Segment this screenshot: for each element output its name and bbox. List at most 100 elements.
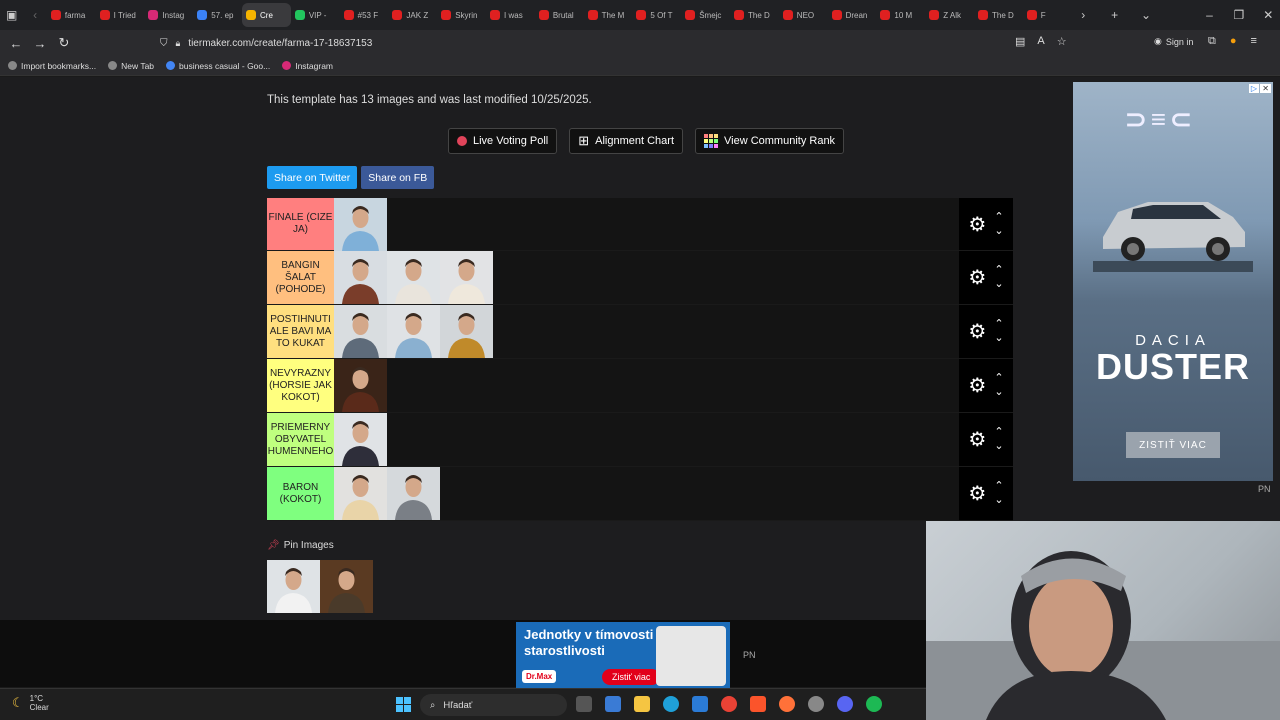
browser-tab[interactable]: The D (974, 3, 1023, 27)
new-tab-button[interactable]: + (1103, 8, 1126, 22)
lock-icon[interactable]: 🔒︎ (176, 38, 181, 49)
steam-icon[interactable] (808, 696, 824, 712)
reload-icon[interactable]: ↻ (52, 35, 76, 51)
gear-icon[interactable]: ⚙ (968, 481, 986, 506)
contestant-image[interactable] (320, 560, 373, 613)
contestant-image[interactable] (387, 305, 440, 358)
browser-tab[interactable]: I Tried (96, 3, 145, 27)
browser-tab[interactable]: Brutal (535, 3, 584, 27)
move-up-icon[interactable]: ⌃ (994, 211, 1003, 223)
task-view-icon[interactable] (576, 696, 592, 712)
move-up-icon[interactable]: ⌃ (994, 373, 1003, 384)
tier-dropzone[interactable] (334, 251, 959, 304)
firefox-icon[interactable] (779, 696, 795, 712)
browser-tab[interactable]: Skyrin (437, 3, 486, 27)
tier-label[interactable]: FINALE (CIZE JA) (267, 198, 334, 250)
file-explorer-icon[interactable] (634, 696, 650, 712)
move-up-icon[interactable]: ⌃ (994, 319, 1003, 330)
move-down-icon[interactable]: ⌄ (994, 225, 1003, 237)
move-down-icon[interactable]: ⌄ (994, 333, 1003, 344)
url-text[interactable]: tiermaker.com/create/farma-17-18637153 (188, 38, 372, 49)
browser-tab[interactable]: NEO (779, 3, 828, 27)
menu-icon[interactable]: ≡ (1251, 35, 1257, 48)
back-icon[interactable]: ← (4, 36, 28, 51)
windows-start-icon[interactable] (396, 697, 411, 712)
tier-label[interactable]: PRIEMERNY OBYVATEL HUMENNEHO (267, 413, 334, 466)
tier-dropzone[interactable] (334, 359, 959, 412)
move-up-icon[interactable]: ⌃ (994, 481, 1003, 492)
url-field[interactable]: ⛉ 🔒︎ tiermaker.com/create/farma-17-18637… (160, 33, 1080, 53)
tab-list-icon[interactable]: ⌄ (1134, 8, 1157, 22)
live-voting-button[interactable]: Live Voting Poll (448, 128, 558, 154)
gear-icon[interactable]: ⚙ (968, 373, 986, 398)
browser-tab[interactable]: F (1023, 3, 1072, 27)
bookmark-item[interactable]: business casual - Goo... (166, 61, 270, 71)
forward-icon[interactable]: → (28, 36, 52, 51)
browser-tab[interactable]: The D (730, 3, 779, 27)
move-down-icon[interactable]: ⌄ (994, 495, 1003, 506)
drmax-cta-button[interactable]: Zistiť viac (602, 669, 661, 685)
contestant-image[interactable] (334, 359, 387, 412)
tier-dropzone[interactable] (334, 198, 959, 251)
edge-icon[interactable] (663, 696, 679, 712)
pin-images[interactable]: 📌︎ Pin Images (267, 540, 334, 551)
minimize-button[interactable]: – (1198, 8, 1221, 22)
browser-tab[interactable]: farma (47, 3, 96, 27)
browser-tab[interactable]: JAK Z (388, 3, 437, 27)
close-window-button[interactable]: ✕ (1257, 8, 1280, 22)
restore-button[interactable]: ❐ (1227, 8, 1250, 22)
share-fb-button[interactable]: Share on FB (361, 166, 435, 189)
ad-info-icon[interactable]: ▷ (1248, 84, 1259, 93)
ad-close-icon[interactable]: ✕ (1260, 84, 1271, 93)
tier-label[interactable]: NEVYRAZNY (HORSIE JAK KOKOT) (267, 359, 334, 412)
move-down-icon[interactable]: ⌄ (994, 441, 1003, 452)
move-down-icon[interactable]: ⌄ (994, 387, 1003, 398)
favorite-star-icon[interactable]: ☆ (1057, 35, 1067, 48)
gear-icon[interactable]: ⚙ (968, 212, 986, 237)
contestant-image[interactable] (334, 251, 387, 304)
contestant-image[interactable] (334, 198, 387, 251)
weather-widget[interactable]: ☾ 1°C Clear (12, 694, 49, 712)
browser-tab[interactable]: VIP - (291, 3, 340, 27)
community-rank-button[interactable]: View Community Rank (695, 128, 845, 154)
drmax-ad[interactable]: Jednotky v tímovosti aj v starostlivosti… (516, 622, 730, 688)
reader-mode-icon[interactable]: ▤ (1015, 35, 1025, 48)
gear-icon[interactable]: ⚙ (968, 319, 986, 344)
tab-overview-icon[interactable]: ▣ (0, 8, 23, 22)
contestant-image[interactable] (334, 467, 387, 520)
bookmark-item[interactable]: Instagram (282, 61, 333, 71)
browser-tab[interactable]: The M (584, 3, 633, 27)
store-icon[interactable] (605, 696, 621, 712)
move-down-icon[interactable]: ⌄ (994, 279, 1003, 290)
shield-icon[interactable]: ⛉ (160, 38, 168, 49)
gear-icon[interactable]: ⚙ (968, 427, 986, 452)
contestant-image[interactable] (334, 305, 387, 358)
share-twitter-button[interactable]: Share on Twitter (267, 166, 358, 189)
colorful-extension-icon[interactable]: ● (1230, 35, 1237, 48)
tier-label[interactable]: POSTIHNUTI ALE BAVI MA TO KUKAT (267, 305, 334, 358)
browser-tab[interactable]: 57. ep (193, 3, 242, 27)
photos-icon[interactable] (692, 696, 708, 712)
dacia-cta-button[interactable]: ZISTIŤ VIAC (1126, 432, 1220, 458)
tab-scroll-right-icon[interactable]: › (1071, 8, 1094, 22)
taskbar-search[interactable]: ⌕ Hľadať (420, 694, 567, 716)
tier-dropzone[interactable] (334, 413, 959, 466)
move-up-icon[interactable]: ⌃ (994, 427, 1003, 438)
browser-tab[interactable]: Instag (144, 3, 193, 27)
browser-tab[interactable]: Cre (242, 3, 291, 27)
bookmark-item[interactable]: New Tab (108, 61, 154, 71)
contestant-image[interactable] (387, 251, 440, 304)
browser-tab[interactable]: #53 F (340, 3, 389, 27)
browser-tab[interactable]: 5 Of T (632, 3, 681, 27)
brave-icon[interactable] (750, 696, 766, 712)
extensions-icon[interactable]: ⧉ (1208, 35, 1216, 48)
contestant-image[interactable] (440, 305, 493, 358)
browser-tab[interactable]: 10 M (876, 3, 925, 27)
tab-scroll-left-icon[interactable]: ‹ (23, 8, 46, 22)
discord-icon[interactable] (837, 696, 853, 712)
browser-tab[interactable]: Z Alk (925, 3, 974, 27)
browser-tab[interactable]: Drean (828, 3, 877, 27)
translate-icon[interactable]: A (1037, 35, 1044, 48)
tier-dropzone[interactable] (334, 467, 959, 520)
bookmark-item[interactable]: Import bookmarks... (8, 61, 96, 71)
